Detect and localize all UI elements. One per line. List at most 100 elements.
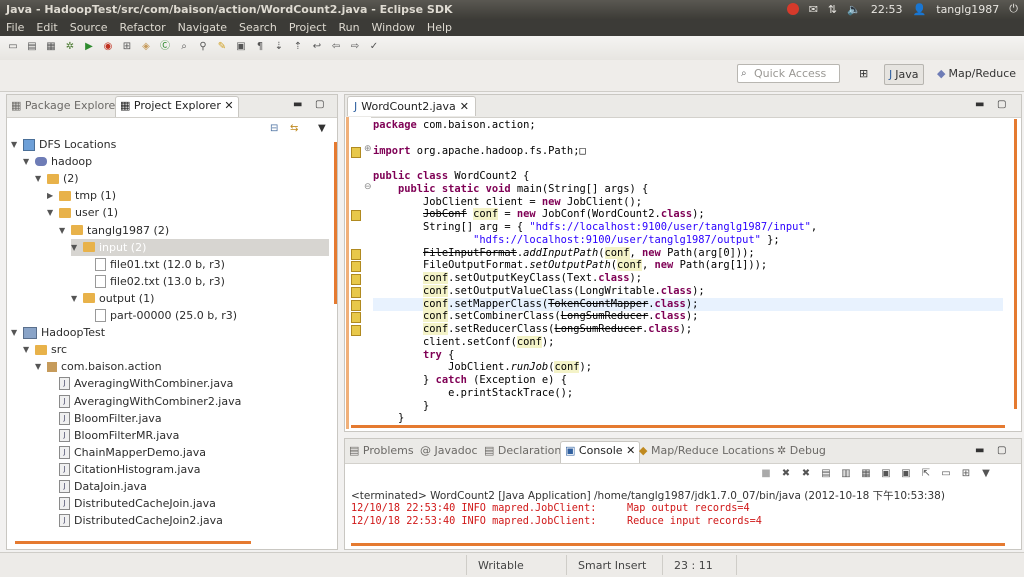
network-icon[interactable]: ⇅ bbox=[828, 3, 837, 16]
menu-item-source[interactable]: Source bbox=[70, 21, 108, 34]
horizontal-scrollbar[interactable] bbox=[351, 543, 1005, 546]
menu-item-navigate[interactable]: Navigate bbox=[178, 21, 227, 34]
expanded-arrow-icon[interactable]: ▼ bbox=[23, 157, 31, 166]
close-icon[interactable]: ✕ bbox=[626, 444, 635, 457]
back-icon[interactable]: ⇦ bbox=[329, 40, 343, 54]
run-icon[interactable]: ▶ bbox=[82, 40, 96, 54]
expanded-arrow-icon[interactable]: ▼ bbox=[11, 140, 19, 149]
menu-item-edit[interactable]: Edit bbox=[36, 21, 57, 34]
tree-item[interactable]: J DistributedCacheJoin2.java bbox=[47, 512, 223, 529]
warning-icon[interactable] bbox=[351, 325, 361, 336]
code-line[interactable]: } catch (Exception e) { bbox=[373, 374, 567, 387]
pin-console-icon[interactable]: ⇱ bbox=[919, 467, 933, 481]
minimize-icon[interactable]: ▬ bbox=[975, 445, 984, 456]
warning-icon[interactable] bbox=[351, 274, 361, 285]
menu-item-help[interactable]: Help bbox=[427, 21, 452, 34]
open-console-icon[interactable]: ⊞ bbox=[959, 467, 973, 481]
code-line[interactable]: conf.setOutputKeyClass(Text.class); bbox=[373, 272, 642, 285]
tab-javadoc[interactable]: @ Javadoc bbox=[420, 444, 478, 457]
tree-item[interactable]: J BloomFilter.java bbox=[47, 410, 162, 427]
debug-icon[interactable]: ✲ bbox=[63, 40, 77, 54]
new-class-icon[interactable]: Ⓒ bbox=[158, 40, 172, 54]
tree-item[interactable]: J BloomFilterMR.java bbox=[47, 427, 179, 444]
tree-item[interactable]: ▼ tanglg1987 (2) bbox=[59, 222, 169, 239]
tree-item[interactable]: ▼ output (1) bbox=[71, 290, 154, 307]
collapse-fold-icon[interactable]: ⊖ bbox=[364, 182, 372, 192]
new-java-project-icon[interactable]: ⊞ bbox=[120, 40, 134, 54]
expanded-arrow-icon[interactable]: ▼ bbox=[71, 294, 79, 303]
close-icon[interactable]: ✕ bbox=[460, 100, 469, 113]
warning-icon[interactable] bbox=[351, 299, 361, 311]
tree-item[interactable]: ▼ HadoopTest bbox=[11, 324, 105, 341]
vertical-scrollbar[interactable] bbox=[334, 142, 337, 304]
tree-item[interactable]: file02.txt (13.0 b, r3) bbox=[83, 273, 225, 290]
print-icon[interactable]: ▦ bbox=[44, 40, 58, 54]
tree-item[interactable]: J DistributedCacheJoin.java bbox=[47, 495, 216, 512]
link-with-editor-icon[interactable]: ⇆ bbox=[290, 123, 298, 134]
volume-icon[interactable]: 🔈 bbox=[847, 3, 861, 16]
tab-debug[interactable]: ✲ Debug bbox=[777, 444, 826, 457]
expand-fold-icon[interactable]: ⊕ bbox=[364, 144, 372, 154]
warning-icon[interactable] bbox=[351, 286, 361, 298]
power-icon[interactable]: ⏻ bbox=[1009, 2, 1018, 16]
warning-icon[interactable] bbox=[351, 261, 361, 273]
remove-all-icon[interactable]: ✖ bbox=[799, 467, 813, 481]
new-icon[interactable]: ▭ bbox=[6, 40, 20, 54]
code-line[interactable]: JobClient.runJob(conf); bbox=[373, 361, 592, 374]
tree-item[interactable]: ▼ (2) bbox=[35, 170, 79, 187]
code-line[interactable]: conf.setCombinerClass(LongSumReducer.cla… bbox=[373, 310, 698, 323]
collapsed-arrow-icon[interactable]: ▶ bbox=[47, 191, 55, 200]
close-icon[interactable]: ✕ bbox=[224, 99, 233, 112]
tree-item[interactable]: J ChainMapperDemo.java bbox=[47, 444, 206, 461]
code-line[interactable]: try { bbox=[373, 349, 454, 362]
code-line[interactable]: conf.setOutputValueClass(LongWritable.cl… bbox=[373, 284, 705, 298]
code-line[interactable]: String[] arg = { "hdfs://localhost:9100/… bbox=[373, 221, 817, 234]
expanded-arrow-icon[interactable]: ▼ bbox=[35, 174, 43, 183]
previous-annotation-icon[interactable]: ⇡ bbox=[291, 40, 305, 54]
warning-icon[interactable] bbox=[351, 248, 361, 260]
search-icon[interactable]: ⚲ bbox=[196, 40, 210, 54]
maximize-icon[interactable]: ▢ bbox=[315, 99, 324, 110]
save-icon[interactable]: ▤ bbox=[25, 40, 39, 54]
code-line[interactable]: public static void main(String[] args) { bbox=[373, 183, 648, 196]
minimize-icon[interactable]: ▬ bbox=[293, 99, 302, 110]
tab-package-explorer[interactable]: ▦ Package Explorer bbox=[11, 99, 120, 112]
expanded-arrow-icon[interactable]: ▼ bbox=[47, 208, 55, 217]
code-line[interactable]: JobConf conf = new JobConf(WordCount2.cl… bbox=[373, 208, 705, 221]
tree-item[interactable]: J AveragingWithCombiner2.java bbox=[47, 393, 241, 410]
vertical-scrollbar[interactable] bbox=[1014, 119, 1017, 409]
code-area[interactable]: package com.baison.action; import org.apa… bbox=[373, 117, 1013, 429]
mark-occurrences-icon[interactable]: ✎ bbox=[215, 40, 229, 54]
code-line[interactable]: FileOutputFormat.setOutputPath(conf, new… bbox=[373, 259, 767, 272]
expanded-arrow-icon[interactable]: ▼ bbox=[59, 226, 67, 235]
horizontal-scrollbar[interactable] bbox=[351, 425, 1005, 428]
maximize-icon[interactable]: ▢ bbox=[997, 99, 1006, 110]
warning-icon[interactable] bbox=[351, 312, 361, 324]
record-icon[interactable] bbox=[786, 3, 799, 15]
code-line[interactable]: "hdfs://localhost:9100/user/tanglg1987/o… bbox=[373, 234, 780, 247]
horizontal-scrollbar[interactable] bbox=[15, 541, 251, 544]
show-whitespace-icon[interactable]: ¶ bbox=[253, 40, 267, 54]
user-name[interactable]: tanglg1987 bbox=[936, 3, 999, 16]
code-line[interactable]: conf.setReducerClass(LongSumReducer.clas… bbox=[373, 323, 692, 336]
code-line[interactable]: package com.baison.action; bbox=[373, 119, 536, 132]
external-tools-icon[interactable]: ◉ bbox=[101, 40, 115, 54]
code-line[interactable]: import org.apache.hadoop.fs.Path;□ bbox=[373, 145, 586, 158]
quick-access-input[interactable]: ⌕ Quick Access bbox=[737, 64, 840, 83]
terminate-icon[interactable]: ■ bbox=[759, 467, 773, 481]
code-line[interactable]: client.setConf(conf); bbox=[373, 335, 554, 349]
code-line[interactable]: } bbox=[373, 412, 404, 425]
show-on-stdout-icon[interactable]: ▣ bbox=[879, 467, 893, 481]
open-perspective-button[interactable]: ⊞ bbox=[855, 64, 872, 83]
expanded-arrow-icon[interactable]: ▼ bbox=[35, 362, 43, 371]
block-selection-icon[interactable]: ▣ bbox=[234, 40, 248, 54]
code-line[interactable]: public class WordCount2 { bbox=[373, 170, 529, 183]
menu-item-file[interactable]: File bbox=[6, 21, 24, 34]
mail-icon[interactable]: ✉ bbox=[809, 3, 818, 16]
tab-declaration[interactable]: ▤ Declaration bbox=[484, 444, 561, 457]
minimize-icon[interactable]: ▬ bbox=[975, 99, 984, 110]
menu-item-run[interactable]: Run bbox=[338, 21, 359, 34]
pin-icon[interactable]: ✓ bbox=[367, 40, 381, 54]
tree-item[interactable]: ▼ com.baison.action bbox=[35, 358, 162, 375]
tree-item[interactable]: ▼ input (2) bbox=[71, 238, 329, 256]
